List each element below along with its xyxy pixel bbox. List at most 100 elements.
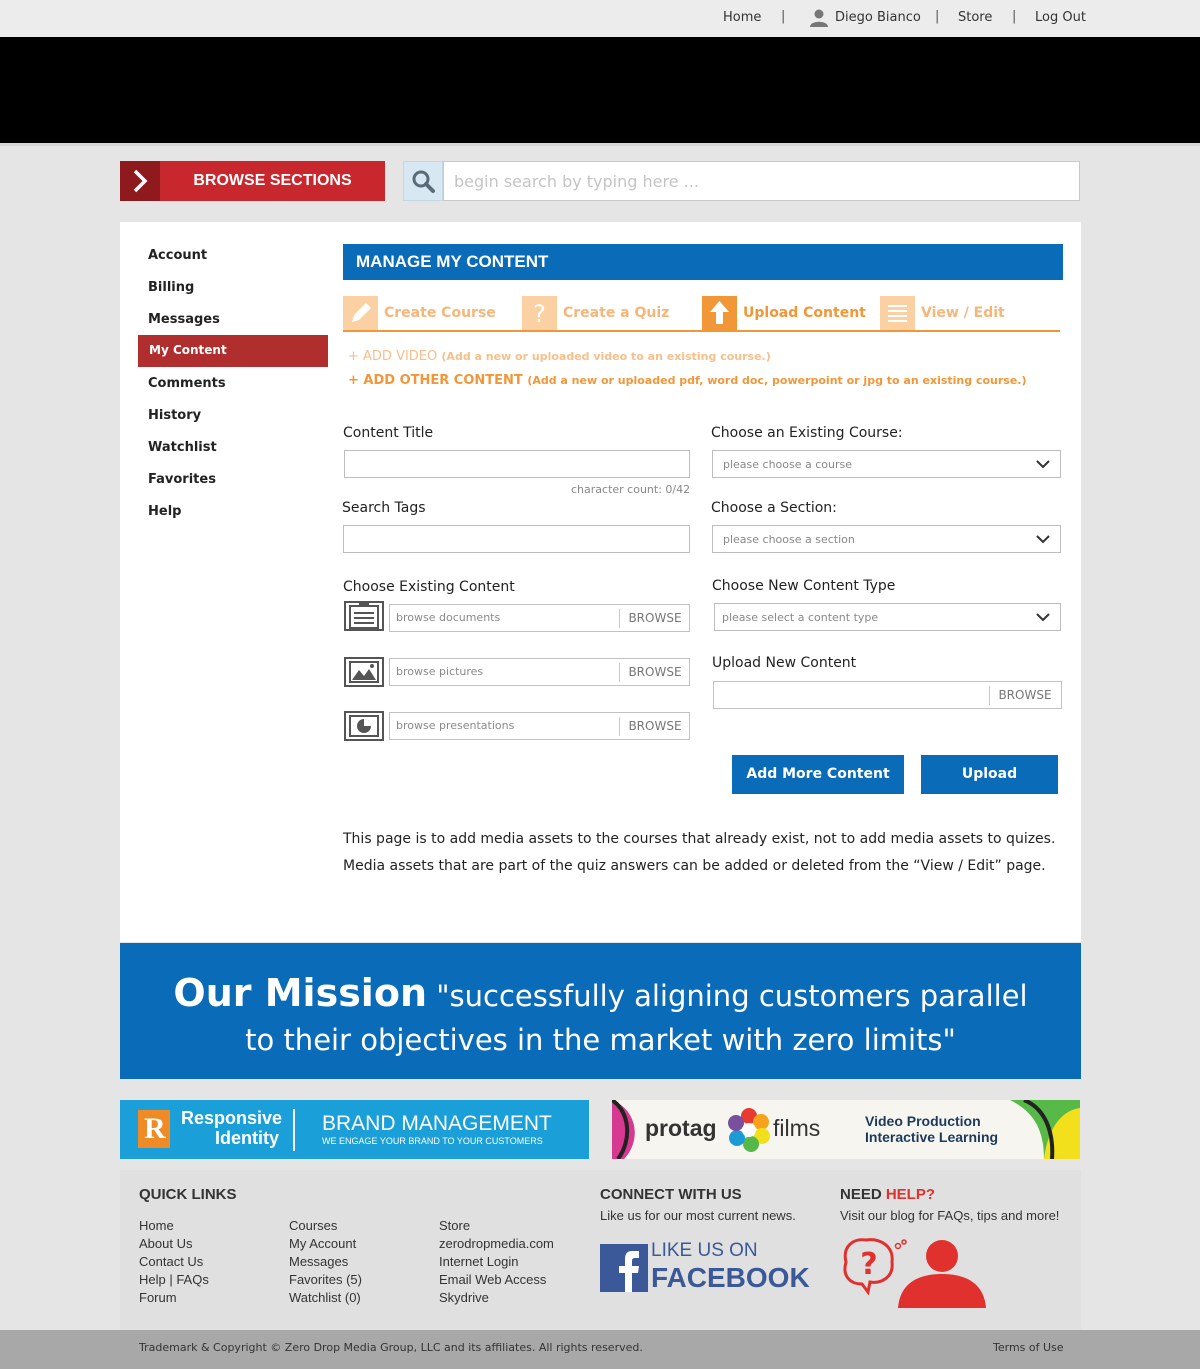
add-more-content-button[interactable]: Add More Content <box>732 755 904 794</box>
footer-link-favorites[interactable]: Favorites (5) <box>289 1272 362 1287</box>
quick-links-title: QUICK LINKS <box>139 1186 237 1203</box>
sidebar-item-comments[interactable]: Comments <box>148 376 226 391</box>
browse-button[interactable]: BROWSE <box>620 605 690 631</box>
logo-letter: R <box>144 1112 166 1145</box>
question-icon: ? <box>522 296 557 330</box>
sidebar-item-account[interactable]: Account <box>148 248 207 263</box>
new-content-type-label: Choose New Content Type <box>712 578 896 594</box>
sidebar-item-watchlist[interactable]: Watchlist <box>148 440 217 455</box>
page-title-text: MANAGE MY CONTENT <box>356 252 549 271</box>
chevron-down-icon <box>1036 613 1050 622</box>
tab-create-quiz[interactable]: ? Create a Quiz <box>522 296 692 330</box>
footer-link-courses[interactable]: Courses <box>289 1218 337 1233</box>
upload-button[interactable]: Upload <box>921 755 1058 794</box>
ad-tagline: WE ENGAGE YOUR BRAND TO YOUR CUSTOMERS <box>322 1136 543 1146</box>
browse-button[interactable]: BROWSE <box>620 713 690 739</box>
browse-documents-field[interactable]: browse documents BROWSE <box>389 604 690 632</box>
browse-placeholder: browse documents <box>396 611 501 624</box>
tab-label: Create Course <box>384 305 496 321</box>
responsive-identity-ad[interactable]: R Responsive Identity BRAND MANAGEMENT W… <box>120 1100 589 1159</box>
sidebar-item-messages[interactable]: Messages <box>148 312 220 327</box>
sidebar-item-billing[interactable]: Billing <box>148 280 194 295</box>
select-value: please select a content type <box>722 611 879 624</box>
browse-button[interactable]: BROWSE <box>990 682 1060 708</box>
sidebar-item-history[interactable]: History <box>148 408 201 423</box>
help-blog-icon[interactable]: ? <box>840 1232 990 1308</box>
ad-brand-line2: Identity <box>215 1128 280 1148</box>
nav-home-link[interactable]: Home <box>723 10 761 25</box>
footer-link-messages[interactable]: Messages <box>289 1254 348 1269</box>
footer-link-watchlist[interactable]: Watchlist (0) <box>289 1290 361 1305</box>
sidebar-item-help[interactable]: Help <box>148 504 181 519</box>
copyright-text: Trademark & Copyright © Zero Drop Media … <box>139 1341 643 1354</box>
browse-pictures-field[interactable]: browse pictures BROWSE <box>389 658 690 686</box>
svg-text:?: ? <box>533 300 546 328</box>
search-input[interactable] <box>443 161 1080 201</box>
sidebar-item-my-content[interactable]: My Content <box>138 335 328 367</box>
content-type-select[interactable]: please select a content type <box>714 603 1061 631</box>
page-title: MANAGE MY CONTENT <box>343 244 1063 280</box>
svg-text:?: ? <box>860 1247 877 1282</box>
terms-of-use-link[interactable]: Terms of Use <box>993 1341 1064 1354</box>
footer-link-forum[interactable]: Forum <box>139 1290 177 1305</box>
sidebar-item-favorites[interactable]: Favorites <box>148 472 216 487</box>
help-title-b: HELP? <box>885 1186 936 1203</box>
footer-link-my-account[interactable]: My Account <box>289 1236 356 1251</box>
top-bar: Home | Diego Bianco | Store | Log Out <box>0 0 1200 37</box>
facebook-like-button[interactable]: LIKE US ON FACEBOOK <box>600 1240 810 1294</box>
nav-logout-link[interactable]: Log Out <box>1035 10 1086 25</box>
nav-user-link[interactable]: Diego Bianco <box>835 10 921 25</box>
footer-link-email-web-access[interactable]: Email Web Access <box>439 1272 546 1287</box>
tab-label: Upload Content <box>743 305 866 321</box>
footer-link-skydrive[interactable]: Skydrive <box>439 1290 489 1305</box>
nav-store-link[interactable]: Store <box>958 10 992 25</box>
ad-line1: Video Production <box>865 1113 981 1129</box>
ad-headline: BRAND MANAGEMENT <box>322 1112 552 1135</box>
content-title-field[interactable] <box>344 450 690 478</box>
add-other-label: + ADD OTHER CONTENT <box>348 373 523 388</box>
footer-link-internet-login[interactable]: Internet Login <box>439 1254 519 1269</box>
footer-link-store[interactable]: Store <box>439 1218 470 1233</box>
existing-course-label: Choose an Existing Course: <box>711 425 903 441</box>
browse-presentations-field[interactable]: browse presentations BROWSE <box>389 712 690 740</box>
tab-view-edit[interactable]: View / Edit <box>880 296 1050 330</box>
browse-button[interactable]: BROWSE <box>620 659 690 685</box>
browse-sections-button[interactable]: BROWSE SECTIONS <box>120 161 385 201</box>
browse-sections-label: BROWSE SECTIONS <box>193 172 352 189</box>
add-video-note: (Add a new or uploaded video to an exist… <box>441 350 771 363</box>
footer-link-zerodropmedia[interactable]: zerodropmedia.com <box>439 1236 554 1251</box>
upload-arrow-icon <box>702 296 737 330</box>
mission-line2: to their objectives in the market with z… <box>245 1023 956 1057</box>
search-icon[interactable] <box>403 161 443 201</box>
pencil-icon <box>343 296 378 330</box>
tab-underline <box>343 330 1060 332</box>
browse-placeholder: browse presentations <box>396 719 515 732</box>
select-value: please choose a section <box>723 533 855 546</box>
footer-link-about[interactable]: About Us <box>139 1236 192 1251</box>
section-select[interactable]: please choose a section <box>712 525 1061 553</box>
divider <box>0 143 1200 146</box>
footer-link-help-faqs[interactable]: Help | FAQs <box>139 1272 209 1287</box>
chevron-down-icon <box>1036 535 1050 544</box>
search-tags-label: Search Tags <box>342 500 426 516</box>
character-count: character count: 0/42 <box>571 483 691 496</box>
nav-separator: | <box>935 9 940 24</box>
connect-title: CONNECT WITH US <box>600 1186 742 1203</box>
existing-course-select[interactable]: please choose a course <box>712 450 1061 478</box>
ad-brand-line1: Responsive <box>181 1108 283 1128</box>
ad-line2: Interactive Learning <box>865 1129 999 1145</box>
upload-new-content-field[interactable]: BROWSE <box>713 681 1062 709</box>
add-other-content-link[interactable]: + ADD OTHER CONTENT (Add a new or upload… <box>348 373 1027 388</box>
footer-link-contact[interactable]: Contact Us <box>139 1254 203 1269</box>
add-video-link[interactable]: + ADD VIDEO (Add a new or uploaded video… <box>348 349 771 364</box>
section-label: Choose a Section: <box>711 500 837 516</box>
footer-link-home[interactable]: Home <box>139 1218 174 1233</box>
bottom-bar: Trademark & Copyright © Zero Drop Media … <box>0 1330 1200 1369</box>
sidebar-item-label: My Content <box>149 343 227 357</box>
list-icon <box>880 296 915 330</box>
connect-subtitle: Like us for our most current news. <box>600 1208 796 1223</box>
search-tags-field[interactable] <box>343 525 690 553</box>
protag-films-ad[interactable]: protag films Video Production Interactiv… <box>612 1100 1080 1159</box>
tab-upload-content[interactable]: Upload Content <box>702 296 872 330</box>
tab-create-course[interactable]: Create Course <box>343 296 513 330</box>
